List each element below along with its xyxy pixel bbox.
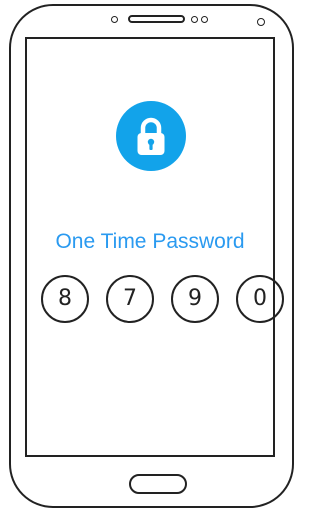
home-button[interactable] <box>129 474 187 494</box>
sensor-dot <box>191 16 198 23</box>
sensor-dot <box>201 16 208 23</box>
phone-speaker <box>128 15 185 23</box>
front-camera <box>257 18 265 26</box>
otp-digit-2[interactable]: 7 <box>106 275 154 323</box>
otp-digit-3[interactable]: 9 <box>171 275 219 323</box>
otp-digit-4[interactable]: 0 <box>236 275 284 323</box>
lock-icon <box>137 117 165 155</box>
sensor-dot <box>111 16 118 23</box>
otp-digit-1[interactable]: 8 <box>41 275 89 323</box>
lock-badge <box>116 101 186 171</box>
page-title: One Time Password <box>55 230 245 253</box>
